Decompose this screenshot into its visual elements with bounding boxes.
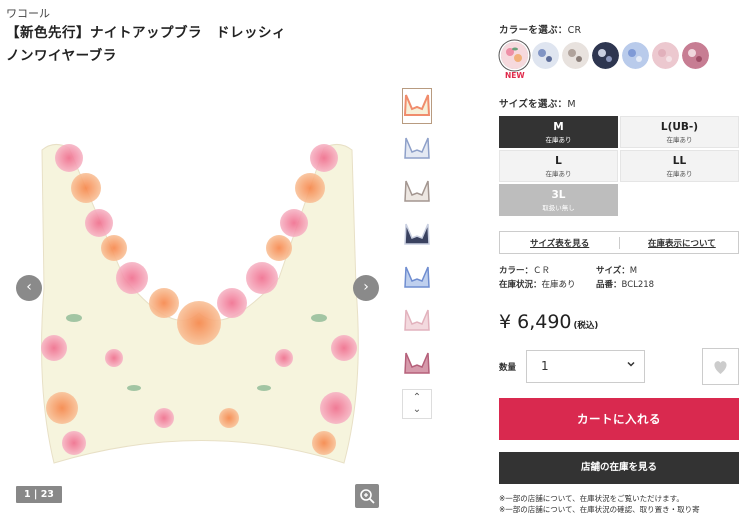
color-swatch-5[interactable] [622, 42, 649, 69]
info-stock-value: 在庫あり [541, 280, 576, 290]
price-amount: ¥ 6,490 [499, 311, 572, 333]
store-stock-button[interactable]: 店舗の在庫を見る [499, 452, 739, 484]
color-swatch-list [499, 42, 739, 82]
info-stock-label: 在庫状況： [499, 280, 542, 290]
color-swatch-2[interactable] [532, 42, 559, 69]
image-prev-button[interactable]: ‹ [16, 275, 42, 301]
quantity-value: 1 [541, 359, 549, 373]
info-size: サイズ：M [596, 264, 637, 276]
info-size-value: M [629, 266, 638, 276]
size-option-l[interactable]: L 在庫あり [499, 150, 618, 182]
heart-icon [714, 361, 727, 374]
size-selected-value: M [567, 99, 576, 110]
add-to-cart-button[interactable]: カートに入れる [499, 398, 739, 440]
size-option-ll[interactable]: LL 在庫あり [620, 150, 739, 182]
thumbnail-up-icon[interactable]: ⌃ [403, 392, 431, 404]
size-links-row: サイズ表を見る 在庫表示について [499, 231, 739, 254]
info-size-label: サイズ： [596, 266, 630, 276]
thumbnail-bra-icon [404, 309, 430, 331]
size-chart-link[interactable]: サイズ表を見る [530, 237, 589, 249]
color-swatch-6[interactable] [652, 42, 679, 69]
size-option-3l[interactable]: 3L 取扱い無し [499, 184, 618, 216]
note-line-2: ※一部の店舗について、在庫状況の確認、取り置き・取り寄 [499, 505, 700, 514]
thumbnail-2[interactable] [402, 131, 432, 167]
floral-lightblue-swatch-icon [622, 42, 649, 69]
thumbnail-list: ⌃ ⌄ [402, 88, 432, 419]
info-sku-value: BCL218 [621, 280, 655, 290]
size-option-status: 在庫あり [545, 136, 572, 144]
size-option-status: 取扱い無し [542, 204, 575, 212]
thumbnail-bra-icon [404, 137, 430, 159]
note-line-1: ※一部の店舗について、在庫状況をご覧いただけます。 [499, 494, 684, 503]
thumbnail-bra-icon [404, 352, 430, 374]
new-badge: NEW [505, 71, 525, 80]
stock-display-link[interactable]: 在庫表示について [648, 237, 716, 249]
info-sku-label: 品番： [596, 280, 622, 290]
product-title-line1: 【新色先行】ナイトアップブラ ドレッシィ [6, 25, 286, 41]
size-option-m[interactable]: M 在庫あり [499, 116, 618, 148]
size-option-label: L(UB-) [660, 121, 699, 133]
thumbnail-6[interactable] [402, 303, 432, 339]
info-color-label: カラー： [499, 266, 534, 276]
quantity-label: 数量 [499, 363, 517, 373]
color-selected-value: CR [567, 25, 582, 36]
thumbnail-bra-icon [404, 180, 430, 202]
size-option-label: L [555, 155, 562, 167]
color-swatch-7[interactable] [682, 42, 709, 69]
thumbnail-down-icon[interactable]: ⌄ [403, 404, 431, 416]
floral-cr-swatch-icon [501, 42, 528, 69]
size-select-label: サイズを選ぶ：M [499, 96, 576, 110]
floral-rose-swatch-icon [682, 42, 709, 69]
size-label-text: サイズを選ぶ： [499, 99, 568, 110]
size-option-status: 在庫あり [545, 170, 572, 178]
color-swatch-3[interactable] [562, 42, 589, 69]
thumbnail-3[interactable] [402, 174, 432, 210]
thumbnail-bra-icon [403, 94, 431, 116]
info-stock: 在庫状況：在庫あり [499, 278, 576, 290]
size-option-label: 3L [551, 189, 566, 201]
thumbnail-7[interactable] [402, 346, 432, 382]
size-option-l-ub[interactable]: L(UB-) 在庫あり [620, 116, 739, 148]
stock-notes: ※一部の店舗について、在庫状況をご覧いただけます。 ※一部の店舗について、在庫状… [499, 493, 739, 515]
color-swatch-cr[interactable] [501, 42, 528, 69]
product-bra-illustration [41, 144, 359, 464]
size-option-label: LL [672, 155, 687, 167]
product-title-line2: ノンワイヤーブラ [6, 48, 117, 64]
size-option-status: 在庫あり [666, 136, 693, 144]
color-select-label: カラーを選ぶ：CR [499, 22, 581, 36]
info-color-value: ＣＲ [533, 266, 551, 276]
floral-navy-swatch-icon [592, 42, 619, 69]
zoom-button[interactable] [355, 484, 379, 508]
thumbnail-1[interactable] [402, 88, 432, 124]
thumbnail-bra-icon [404, 223, 430, 245]
floral-grey-swatch-icon [562, 42, 589, 69]
size-option-status: 在庫あり [666, 170, 693, 178]
image-counter: 1 | 23 [16, 486, 62, 503]
product-main-image[interactable]: ‹ › 1 | 23 [14, 88, 389, 513]
links-divider [619, 237, 620, 249]
thumbnail-bra-icon [404, 266, 430, 288]
size-option-label: M [553, 121, 564, 133]
thumbnail-4[interactable] [402, 217, 432, 253]
color-label-text: カラーを選ぶ： [499, 25, 568, 36]
floral-pink-swatch-icon [652, 42, 679, 69]
price: ¥ 6,490 (税込) [499, 311, 598, 333]
price-tax-note: (税込) [573, 321, 599, 331]
color-swatch-4[interactable] [592, 42, 619, 69]
thumbnail-scroll-control[interactable]: ⌃ ⌄ [402, 389, 432, 419]
product-title: 【新色先行】ナイトアップブラ ドレッシィ ノンワイヤーブラ [6, 22, 336, 68]
floral-blue-swatch-icon [532, 42, 559, 69]
quantity-select[interactable]: 1 [526, 350, 645, 383]
thumbnail-5[interactable] [402, 260, 432, 296]
image-next-button[interactable]: › [353, 275, 379, 301]
zoom-icon [360, 489, 375, 504]
chevron-down-icon [626, 359, 636, 372]
info-color: カラー：ＣＲ [499, 264, 550, 276]
brand-name[interactable]: ワコール [6, 5, 50, 21]
info-sku: 品番：BCL218 [596, 278, 654, 290]
favorite-button[interactable] [702, 348, 739, 385]
